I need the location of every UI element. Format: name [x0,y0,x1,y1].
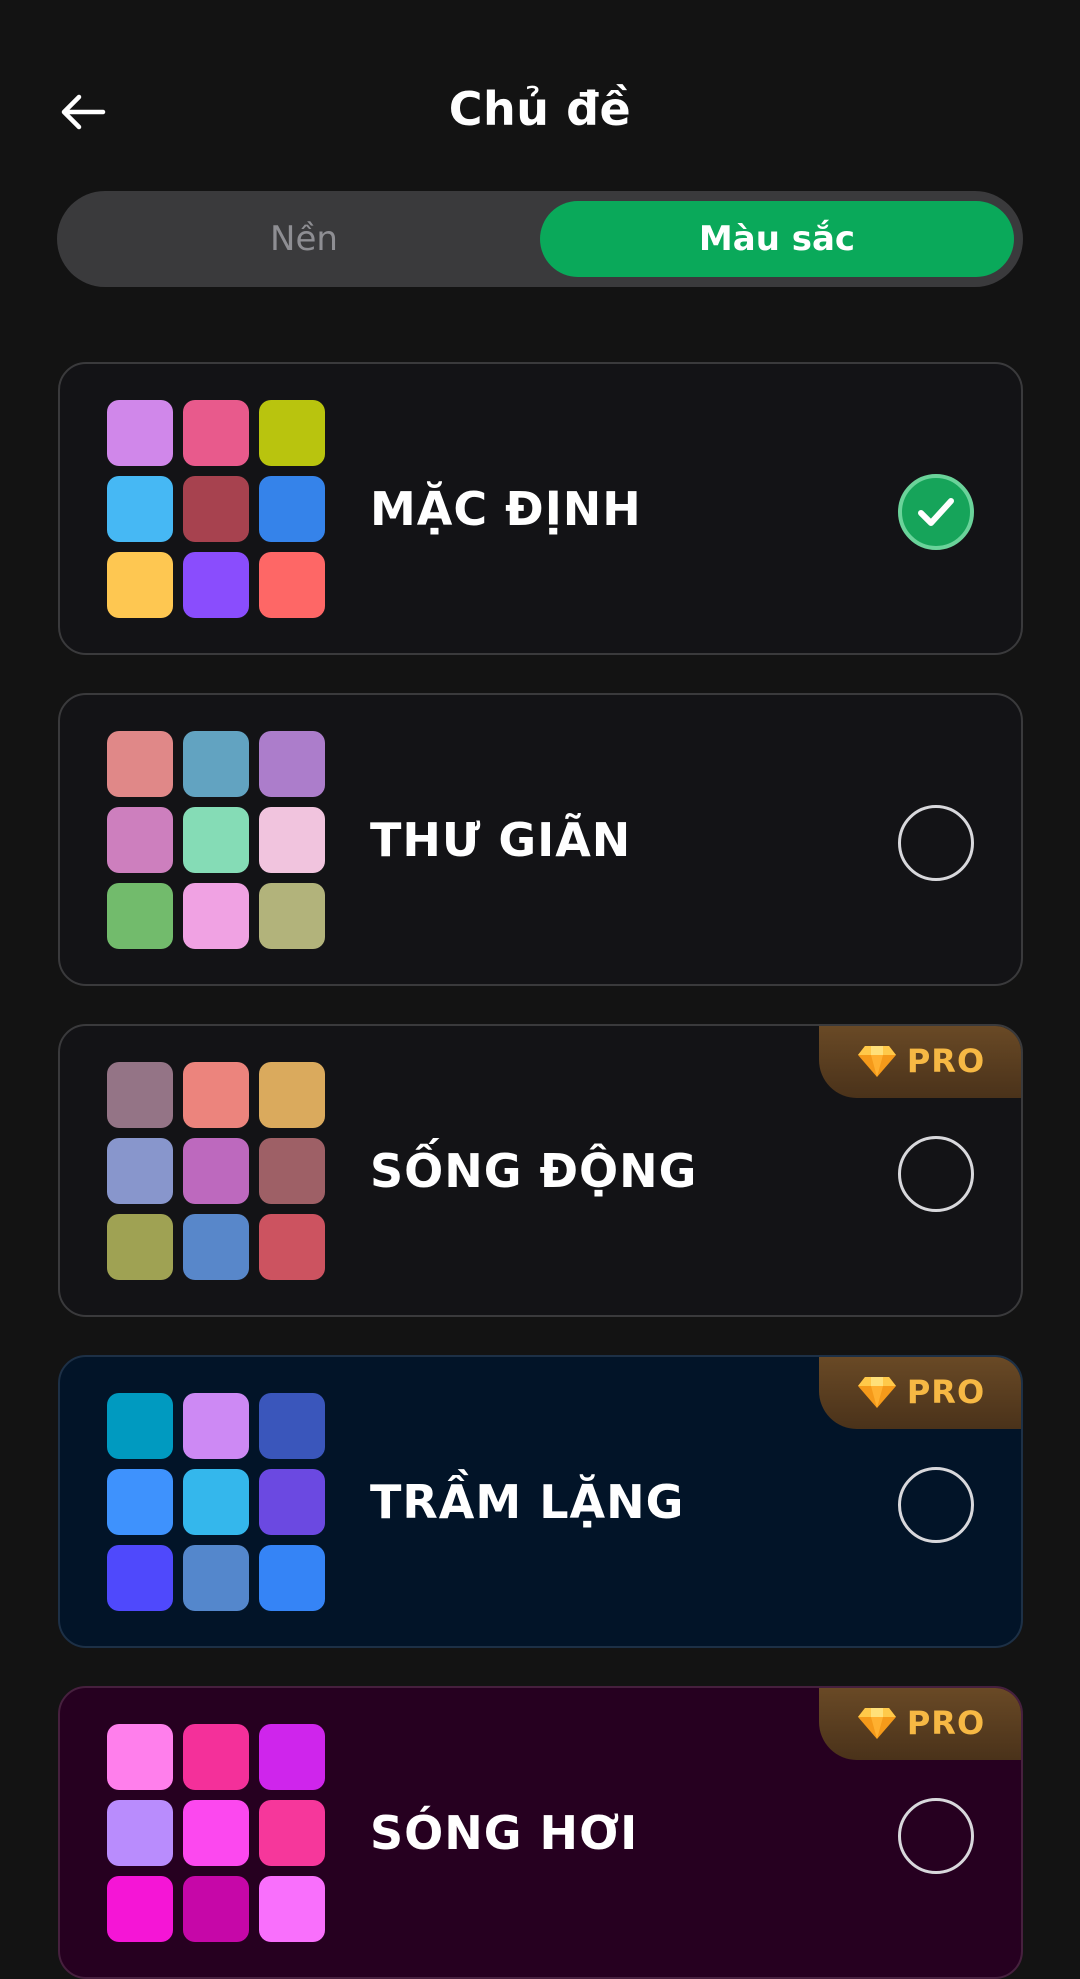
color-swatch [259,552,325,618]
color-swatch [183,1545,249,1611]
color-swatch [183,883,249,949]
color-swatch [107,731,173,797]
color-swatch [107,1876,173,1942]
pro-label: PRO [906,1042,986,1080]
theme-tab-switch: Nền Màu sắc [57,191,1023,287]
color-swatch [259,1800,325,1866]
color-swatch-grid [107,1393,325,1611]
color-swatch [259,1876,325,1942]
color-swatch [107,400,173,466]
color-swatch [259,1214,325,1280]
tab-background[interactable]: Nền [67,201,541,277]
color-swatch [107,1214,173,1280]
diamond-icon [857,1375,897,1409]
theme-radio[interactable] [898,1798,974,1874]
color-swatch [259,731,325,797]
tab-colors[interactable]: Màu sắc [540,201,1014,277]
color-swatch [183,1393,249,1459]
theme-card[interactable]: MẶC ĐỊNH [58,362,1023,655]
diamond-icon [857,1706,897,1740]
diamond-icon [857,1044,897,1078]
color-swatch [183,1138,249,1204]
color-swatch [183,1062,249,1128]
theme-radio[interactable] [898,1467,974,1543]
theme-name: SÓNG HƠI [370,1805,639,1860]
theme-name: THƯ GIÃN [370,812,632,867]
theme-card[interactable]: SỐNG ĐỘNG PRO [58,1024,1023,1317]
checkmark-icon [916,495,956,529]
color-swatch [107,552,173,618]
page-title: Chủ đề [448,82,632,136]
color-swatch-grid [107,1724,325,1942]
pro-badge: PRO [819,1357,1021,1429]
color-swatch [107,1469,173,1535]
color-swatch [107,476,173,542]
theme-name: SỐNG ĐỘNG [370,1143,698,1198]
theme-card[interactable]: SÓNG HƠI PRO [58,1686,1023,1979]
color-swatch [259,1469,325,1535]
color-swatch [107,807,173,873]
color-swatch [259,1062,325,1128]
color-swatch [183,807,249,873]
color-swatch [183,476,249,542]
color-swatch [107,1545,173,1611]
color-swatch-grid [107,1062,325,1280]
theme-name: MẶC ĐỊNH [370,481,642,536]
theme-card[interactable]: TRẦM LẶNG PRO [58,1355,1023,1648]
color-swatch [107,1800,173,1866]
theme-card[interactable]: THƯ GIÃN [58,693,1023,986]
color-swatch [259,883,325,949]
pro-label: PRO [906,1704,986,1742]
color-swatch [183,400,249,466]
color-swatch [183,1214,249,1280]
color-swatch [107,1724,173,1790]
header: Chủ đề [0,0,1080,222]
color-swatch-grid [107,400,325,618]
color-swatch [259,1724,325,1790]
pro-badge: PRO [819,1688,1021,1760]
color-swatch [259,476,325,542]
pro-badge: PRO [819,1026,1021,1098]
color-swatch [259,807,325,873]
color-swatch [107,1138,173,1204]
color-swatch-grid [107,731,325,949]
selected-radio[interactable] [898,474,974,550]
color-swatch [183,731,249,797]
color-swatch [259,1138,325,1204]
color-swatch [183,552,249,618]
color-swatch [259,1545,325,1611]
color-swatch [259,1393,325,1459]
color-swatch [183,1800,249,1866]
color-swatch [183,1876,249,1942]
theme-radio[interactable] [898,1136,974,1212]
color-swatch [107,883,173,949]
color-swatch [183,1724,249,1790]
pro-label: PRO [906,1373,986,1411]
color-swatch [107,1393,173,1459]
color-swatch [107,1062,173,1128]
theme-name: TRẦM LẶNG [370,1474,685,1529]
color-swatch [259,400,325,466]
color-swatch [183,1469,249,1535]
theme-radio[interactable] [898,805,974,881]
